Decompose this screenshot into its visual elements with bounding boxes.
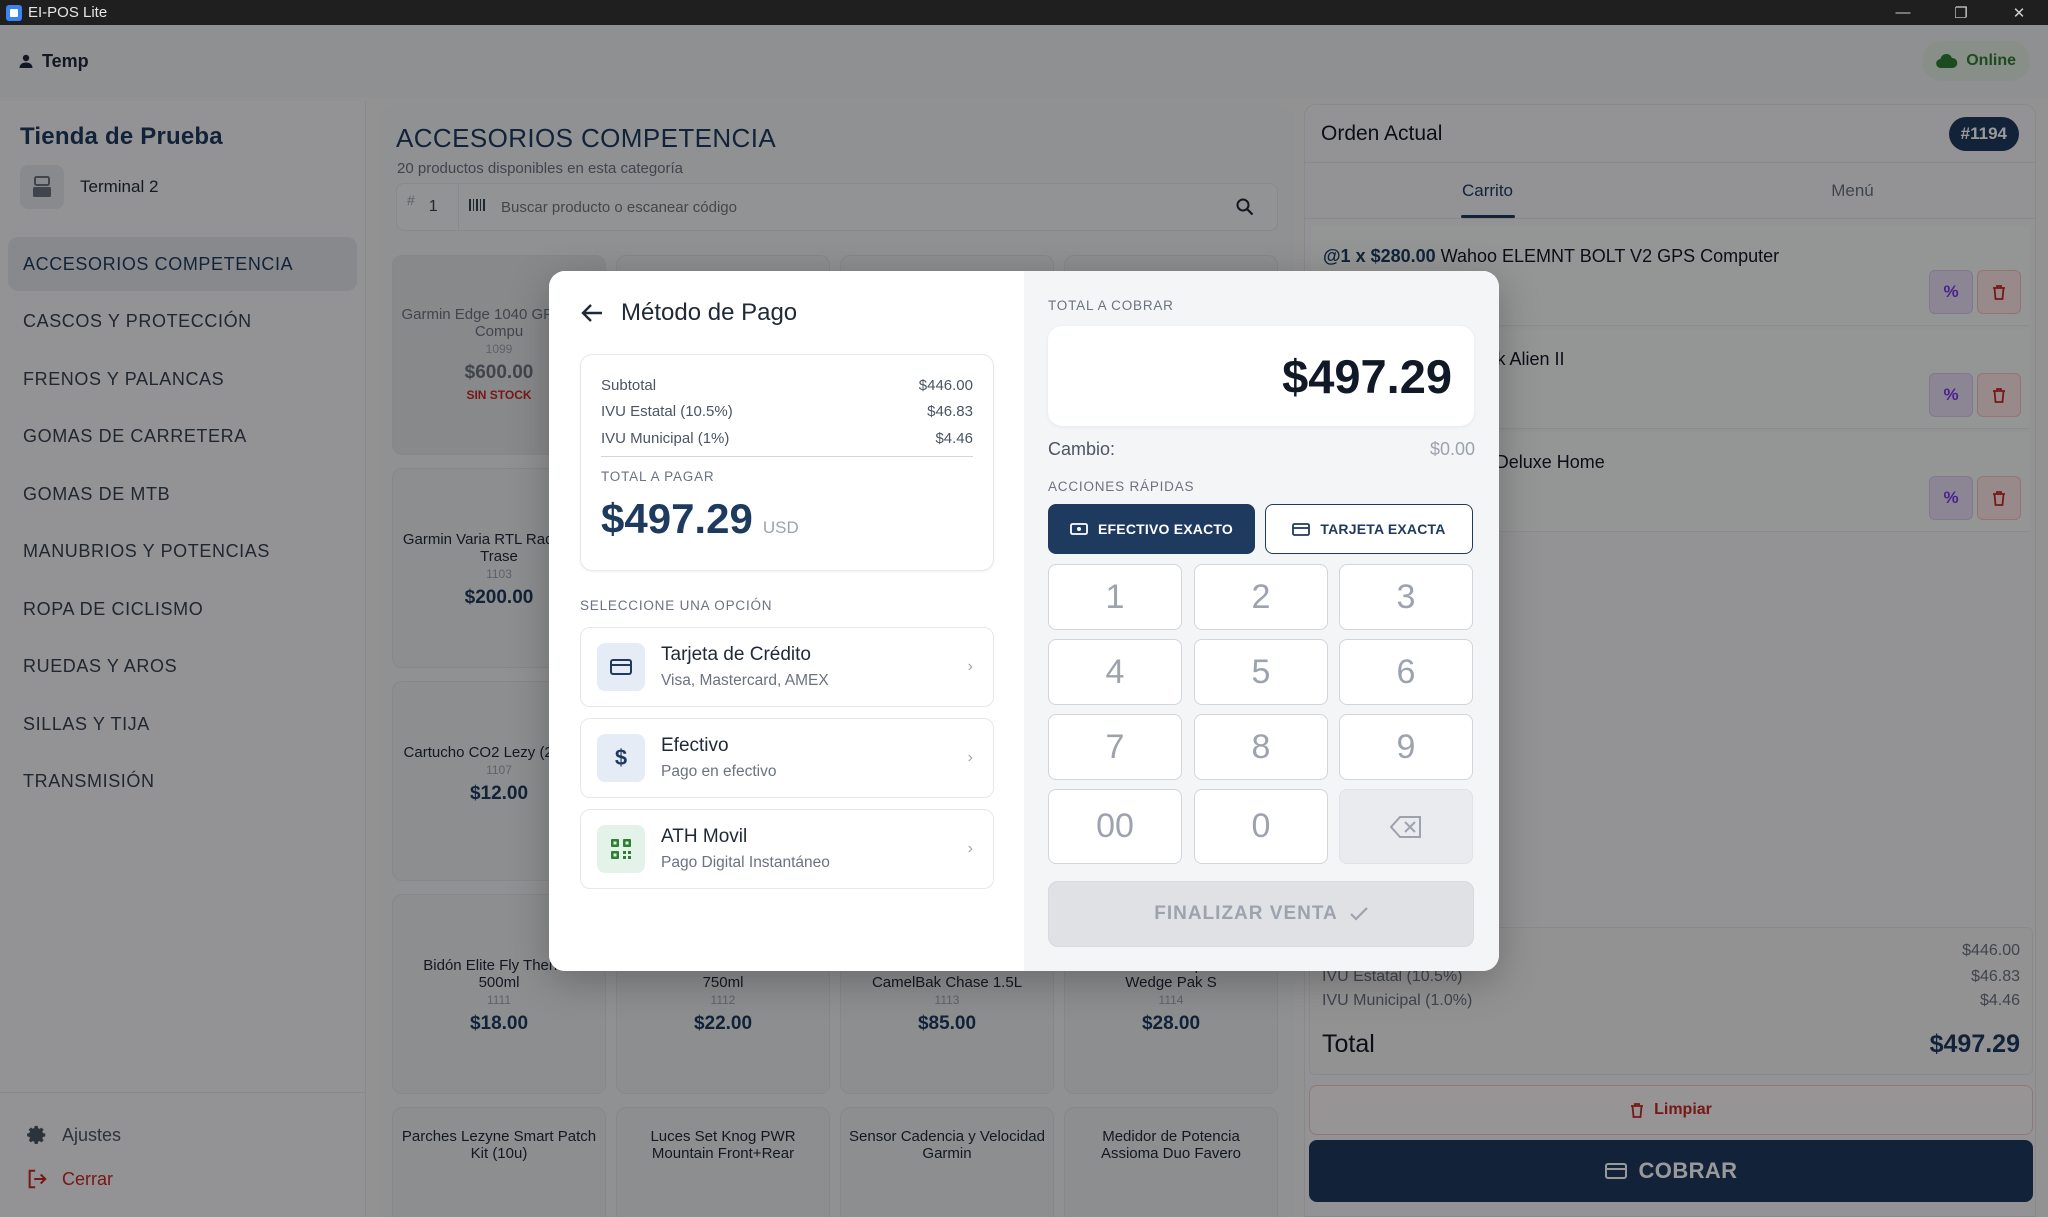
- payment-summary-pane: Método de Pago Subtotal $446.00 IVU Estat…: [549, 271, 1024, 971]
- chevron-right-icon: ›: [967, 749, 973, 766]
- summary-subtotal-label: Subtotal: [601, 377, 657, 394]
- keypad-key-7[interactable]: 7: [1048, 714, 1182, 780]
- summary-total: $497.29: [601, 495, 753, 542]
- change-row: Cambio: $0.00: [1048, 439, 1475, 460]
- chevron-right-icon: ›: [967, 840, 973, 857]
- keypad-key-00[interactable]: 00: [1048, 789, 1182, 864]
- keypad-key-0[interactable]: 0: [1194, 789, 1328, 864]
- close-icon[interactable]: ✕: [1990, 0, 2048, 25]
- summary-currency: USD: [762, 518, 799, 537]
- back-arrow-icon[interactable]: [581, 303, 603, 323]
- payment-option-cash[interactable]: $ Efectivo Pago en efectivo ›: [580, 718, 994, 798]
- app-icon: [6, 4, 22, 21]
- chevron-right-icon: ›: [967, 658, 973, 675]
- summary-ivu-estatal-label: IVU Estatal (10.5%): [601, 403, 733, 420]
- backspace-icon: [1390, 815, 1421, 838]
- option-name: Efectivo: [661, 735, 729, 756]
- keypad-key-4[interactable]: 4: [1048, 639, 1182, 705]
- cash-icon: [1070, 523, 1088, 535]
- payment-option-credit-card[interactable]: Tarjeta de Crédito Visa, Mastercard, AME…: [580, 627, 994, 707]
- summary-ivu-estatal: $46.83: [927, 403, 973, 420]
- quick-actions-label: ACCIONES RÁPIDAS: [1048, 479, 1195, 494]
- qr-code-icon: [597, 825, 645, 873]
- keypad-key-1[interactable]: 1: [1048, 564, 1182, 630]
- dollar-icon: $: [597, 734, 645, 782]
- charge-total-display: $497.29: [1048, 326, 1474, 426]
- keypad-key-3[interactable]: 3: [1339, 564, 1473, 630]
- restore-icon[interactable]: ❐: [1932, 0, 1990, 25]
- keypad-key-9[interactable]: 9: [1339, 714, 1473, 780]
- minimize-icon[interactable]: —: [1874, 0, 1932, 25]
- keypad-key-2[interactable]: 2: [1194, 564, 1328, 630]
- exact-card-button[interactable]: TARJETA EXACTA: [1265, 504, 1473, 554]
- keypad-key-5[interactable]: 5: [1194, 639, 1328, 705]
- option-desc: Pago en efectivo: [661, 763, 777, 780]
- charge-total-label: TOTAL A COBRAR: [1048, 298, 1174, 313]
- summary-ivu-municipal: $4.46: [935, 430, 973, 447]
- option-name: ATH Movil: [661, 826, 748, 847]
- keypad-key-8[interactable]: 8: [1194, 714, 1328, 780]
- payment-entry-pane: TOTAL A COBRAR $497.29 Cambio: $0.00 ACC…: [1024, 271, 1499, 971]
- summary-total-label: TOTAL A PAGAR: [601, 469, 715, 484]
- option-desc: Pago Digital Instantáneo: [661, 854, 830, 871]
- option-name: Tarjeta de Crédito: [661, 644, 811, 665]
- summary-subtotal: $446.00: [918, 377, 973, 394]
- exact-cash-button[interactable]: EFECTIVO EXACTO: [1048, 504, 1255, 554]
- exact-card-label: TARJETA EXACTA: [1320, 521, 1446, 537]
- window-titlebar: EI-POS Lite — ❐ ✕: [0, 0, 2048, 25]
- summary-divider: [601, 456, 973, 457]
- check-icon: [1349, 907, 1368, 921]
- finalize-sale-button[interactable]: FINALIZAR VENTA: [1048, 881, 1474, 947]
- keypad-key-6[interactable]: 6: [1339, 639, 1473, 705]
- finalize-sale-label: FINALIZAR VENTA: [1154, 903, 1338, 924]
- payment-option-ath-movil[interactable]: ATH Movil Pago Digital Instantáneo ›: [580, 809, 994, 889]
- card-icon: [1292, 522, 1311, 536]
- option-desc: Visa, Mastercard, AMEX: [661, 672, 829, 689]
- change-label: Cambio:: [1048, 439, 1116, 459]
- change-value: $0.00: [1429, 439, 1475, 459]
- payment-method-modal: Método de Pago Subtotal $446.00 IVU Estat…: [549, 271, 1499, 971]
- window-title: EI-POS Lite: [28, 4, 108, 21]
- exact-cash-label: EFECTIVO EXACTO: [1098, 521, 1233, 537]
- payment-summary-card: Subtotal $446.00 IVU Estatal (10.5%) $46.8…: [580, 354, 994, 571]
- summary-ivu-municipal-label: IVU Municipal (1%): [601, 430, 730, 447]
- credit-card-icon: [597, 643, 645, 691]
- modal-title: Método de Pago: [621, 299, 798, 326]
- options-label: SELECCIONE UNA OPCIÓN: [580, 598, 773, 613]
- keypad-backspace-button[interactable]: [1339, 789, 1473, 864]
